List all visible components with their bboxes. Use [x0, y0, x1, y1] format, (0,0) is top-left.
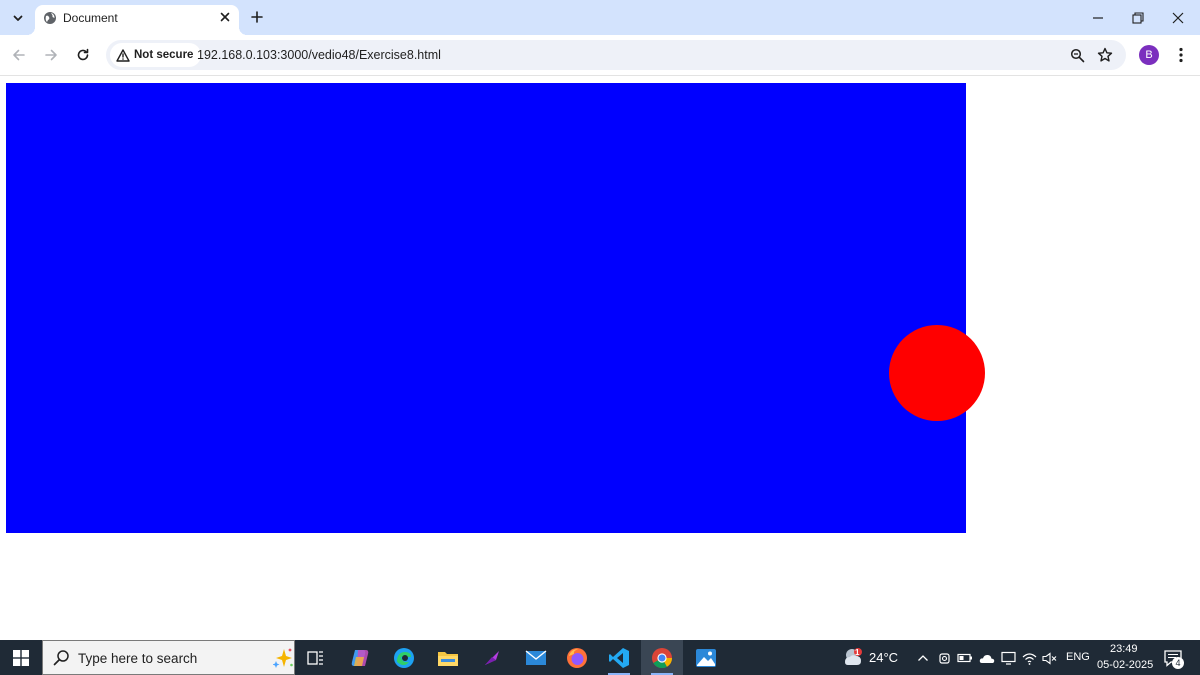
onedrive-indicator[interactable]: [979, 650, 995, 666]
start-button[interactable]: [0, 640, 42, 675]
clock-date[interactable]: 05-02-2025: [1097, 659, 1153, 671]
weather-temperature[interactable]: 24°C: [869, 650, 898, 665]
app-launcher-icon: [485, 650, 499, 665]
language-indicator[interactable]: ENG: [1066, 651, 1090, 663]
mail-app[interactable]: [515, 640, 557, 675]
weather-icon[interactable]: [842, 647, 866, 669]
battery-icon: [957, 653, 972, 663]
battery-indicator[interactable]: [957, 650, 973, 666]
wifi-indicator[interactable]: [1021, 650, 1037, 666]
display-indicator[interactable]: [1000, 650, 1016, 666]
new-tab-button[interactable]: [246, 6, 268, 28]
security-chip[interactable]: Not secure: [110, 43, 202, 67]
wifi-icon: [1022, 652, 1036, 665]
arrow-left-icon: [13, 49, 25, 61]
weather-alert-badge: 1: [855, 648, 860, 657]
pinned-app[interactable]: [471, 640, 513, 675]
task-view-button[interactable]: [295, 640, 337, 675]
windows-logo-icon: [13, 649, 29, 666]
chevron-down-icon: [13, 15, 23, 21]
restore-icon: [1132, 11, 1144, 24]
forward-button[interactable]: [39, 43, 63, 67]
vscode-icon: [609, 647, 629, 668]
restore-button[interactable]: [1118, 0, 1158, 35]
close-window-button[interactable]: [1158, 0, 1198, 35]
globe-icon: [44, 12, 56, 24]
sparkle-icon: [273, 648, 293, 668]
zoom-icon: [1070, 48, 1084, 62]
star-icon: [1097, 47, 1113, 62]
arrow-right-icon: [45, 49, 57, 61]
notification-count-badge: 4: [1172, 657, 1184, 669]
reload-button[interactable]: [71, 43, 95, 67]
firefox-app[interactable]: [556, 640, 598, 675]
folder-icon: [438, 651, 458, 666]
clock-time[interactable]: 23:49: [1110, 643, 1138, 655]
edge-icon: [394, 647, 414, 668]
reload-icon: [77, 48, 89, 61]
back-button[interactable]: [7, 43, 31, 67]
tab-title: Document: [63, 11, 118, 25]
edge-app[interactable]: [383, 640, 425, 675]
photos-app[interactable]: [685, 640, 727, 675]
search-placeholder: Type here to search: [78, 651, 198, 666]
page-viewport: [0, 76, 1200, 640]
tab-close-button[interactable]: [217, 9, 233, 25]
volume-muted-icon: [1041, 651, 1056, 665]
cloud-icon: [979, 654, 995, 663]
warning-icon: [116, 48, 130, 62]
minimize-button[interactable]: [1078, 0, 1118, 35]
taskbar-search[interactable]: Type here to search: [42, 640, 295, 675]
task-view-icon: [307, 650, 323, 665]
minimize-icon: [1093, 16, 1103, 19]
volume-indicator[interactable]: [1041, 650, 1057, 666]
more-vertical-icon: [1179, 47, 1183, 63]
meet-now-button[interactable]: [937, 650, 953, 666]
photos-icon: [696, 648, 716, 667]
mail-icon: [525, 649, 547, 665]
monitor-icon: [1000, 651, 1016, 665]
bookmark-button[interactable]: [1095, 45, 1115, 65]
taskbar: Type here to search 1 24°C ENG 23:49 05-…: [0, 640, 1200, 675]
tab-strip: Document: [0, 0, 1200, 35]
security-label: Not secure: [134, 49, 194, 61]
chrome-app[interactable]: [641, 640, 683, 675]
vscode-app[interactable]: [598, 640, 640, 675]
camera-icon: [939, 653, 950, 664]
red-ball: [889, 325, 985, 421]
zoom-button[interactable]: [1067, 45, 1087, 65]
browser-menu-button[interactable]: [1170, 43, 1192, 67]
blue-container: [6, 83, 966, 533]
search-icon: [53, 650, 69, 666]
copilot-icon: [351, 649, 369, 666]
browser-toolbar: Not secure 192.168.0.103:3000/vedio48/Ex…: [0, 35, 1200, 76]
show-hidden-icons-button[interactable]: [915, 650, 931, 666]
tab-document[interactable]: Document: [27, 5, 247, 35]
close-icon: [220, 12, 230, 22]
profile-avatar[interactable]: B: [1139, 45, 1159, 65]
firefox-icon: [567, 647, 587, 668]
copilot-app[interactable]: [339, 640, 381, 675]
file-explorer-app[interactable]: [427, 640, 469, 675]
address-bar[interactable]: Not secure 192.168.0.103:3000/vedio48/Ex…: [106, 40, 1126, 70]
url-text[interactable]: 192.168.0.103:3000/vedio48/Exercise8.htm…: [197, 48, 441, 62]
close-icon: [1172, 12, 1184, 23]
plus-icon: [251, 11, 263, 23]
chevron-up-icon: [918, 655, 928, 661]
chrome-icon: [652, 647, 673, 668]
